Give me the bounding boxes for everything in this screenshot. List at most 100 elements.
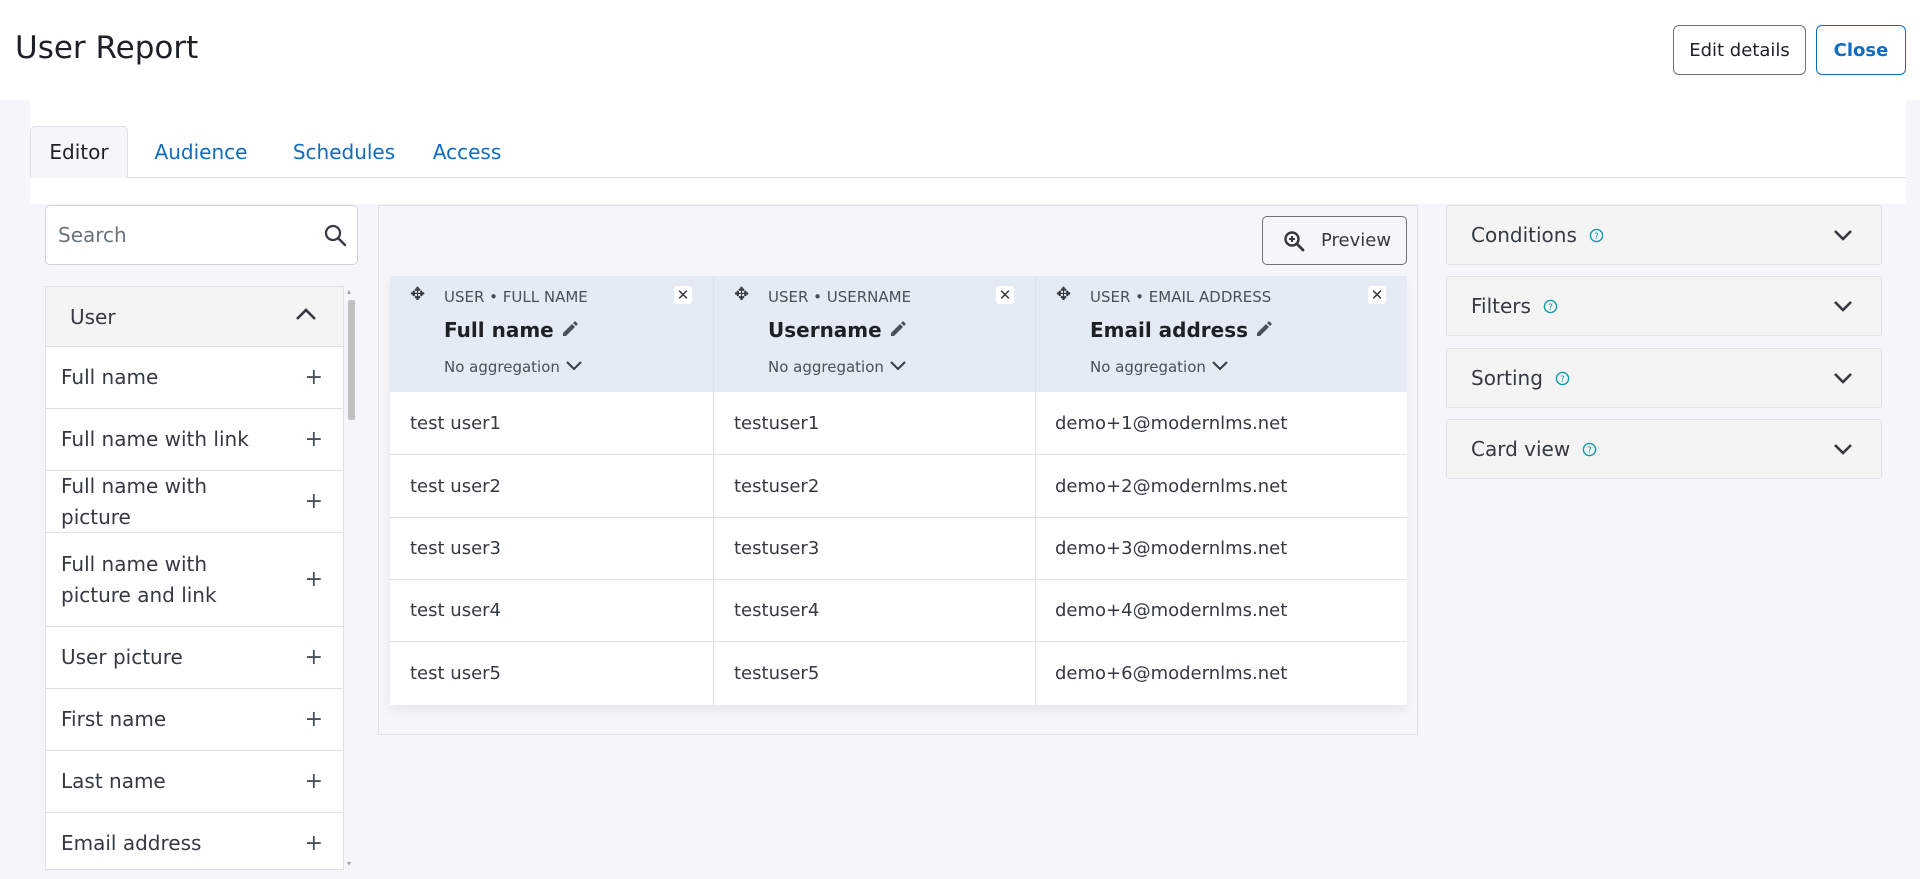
help-icon[interactable]: ? [1543,299,1558,314]
list-item[interactable]: Full name with picture and link + [46,533,343,627]
table-cell: demo+6@modernlms.net [1055,662,1288,684]
page-title: User Report [15,30,199,66]
tab-access[interactable]: Access [417,126,517,178]
edit-details-button[interactable]: Edit details [1673,25,1806,75]
card-view-panel[interactable]: Card view ? [1446,419,1882,479]
field-list: User Full name + Full name with link + F… [45,286,344,870]
table-cell: test user1 [410,412,502,434]
list-item-label: Full name with link [61,427,249,451]
preview-button[interactable]: Preview [1262,216,1407,265]
pencil-icon[interactable] [560,319,580,339]
list-item-label: Full name with picture [61,473,208,529]
list-item[interactable]: Last name + [46,751,343,813]
pencil-icon[interactable] [1254,319,1274,339]
plus-icon: + [304,488,323,514]
panel-title: Card view [1471,437,1571,461]
table-row: test user3 testuser3 demo+3@modernlms.ne… [390,517,1407,580]
table-row: test user5 testuser5 demo+6@modernlms.ne… [390,642,1407,705]
table-cell: test user2 [410,475,502,497]
close-button[interactable]: Close [1816,25,1906,75]
move-icon[interactable]: ✥ [1056,286,1071,304]
table-cell: testuser5 [734,662,820,684]
tab-schedules[interactable]: Schedules [273,126,415,178]
list-item[interactable]: Email address + [46,813,343,869]
scroll-thumb[interactable] [348,300,355,420]
column-entity: USER • EMAIL ADDRESS [1090,288,1272,306]
field-list-scrollbar[interactable]: ▴ ▾ [346,286,356,870]
zoom-in-icon [1284,230,1305,251]
column-title: Email address [1090,318,1274,342]
plus-icon: + [304,768,323,794]
help-icon[interactable]: ? [1582,442,1597,457]
scroll-up-icon[interactable]: ▴ [347,288,355,296]
plus-icon: + [304,566,323,592]
list-item-label: First name [61,707,167,731]
aggregation-select[interactable]: No aggregation [1090,358,1228,376]
conditions-panel[interactable]: Conditions ? [1446,205,1882,265]
list-item[interactable]: User picture + [46,627,343,689]
plus-icon: + [304,426,323,452]
plus-icon: + [304,830,323,856]
report-table: ✥ USER • FULL NAME ✕ Full name No aggreg… [390,276,1407,705]
table-cell: testuser1 [734,412,820,434]
list-item[interactable]: Full name with picture + [46,471,343,533]
move-icon[interactable]: ✥ [734,286,749,304]
table-cell: test user5 [410,662,502,684]
chevron-down-icon [1834,301,1852,312]
table-row: test user1 testuser1 demo+1@modernlms.ne… [390,392,1407,455]
panel-title: Conditions [1471,223,1577,247]
table-cell: testuser4 [734,599,820,621]
table-cell: demo+4@modernlms.net [1055,599,1288,621]
column-title-text: Username [768,318,882,342]
column-title: Full name [444,318,580,342]
svg-text:?: ? [1587,444,1591,454]
search-icon[interactable] [323,223,347,247]
pencil-icon[interactable] [888,319,908,339]
search-box [45,205,358,265]
list-item[interactable]: First name + [46,689,343,751]
list-item-label: Full name [61,365,159,389]
aggregation-select[interactable]: No aggregation [444,358,582,376]
chevron-down-icon [890,361,906,371]
help-icon[interactable]: ? [1555,371,1570,386]
table-cell: test user3 [410,537,502,559]
field-group-header[interactable]: User [46,287,343,347]
preview-label: Preview [1321,230,1392,251]
tab-editor[interactable]: Editor [30,126,128,178]
tab-audience[interactable]: Audience [140,126,262,178]
aggregation-value: No aggregation [444,358,560,376]
list-item[interactable]: Full name + [46,347,343,409]
plus-icon: + [304,644,323,670]
table-cell: demo+3@modernlms.net [1055,537,1288,559]
chevron-down-icon [1834,444,1852,455]
table-row: test user2 testuser2 demo+2@modernlms.ne… [390,455,1407,518]
move-icon[interactable]: ✥ [410,286,425,304]
table-cell: demo+1@modernlms.net [1055,412,1288,434]
column-entity: USER • USERNAME [768,288,912,306]
svg-text:?: ? [1594,230,1598,240]
aggregation-select[interactable]: No aggregation [768,358,906,376]
close-icon[interactable]: ✕ [1368,286,1386,304]
aggregation-value: No aggregation [768,358,884,376]
field-group-label: User [70,304,116,329]
help-icon[interactable]: ? [1589,228,1604,243]
list-item-label: Last name [61,769,166,793]
list-item-label: User picture [61,645,183,669]
search-input[interactable] [58,206,318,264]
plus-icon: + [304,364,323,390]
table-cell: demo+2@modernlms.net [1055,475,1288,497]
scroll-down-icon[interactable]: ▾ [347,860,355,868]
filters-panel[interactable]: Filters ? [1446,276,1882,336]
list-item[interactable]: Full name with link + [46,409,343,471]
close-icon[interactable]: ✕ [674,286,692,304]
sorting-panel[interactable]: Sorting ? [1446,348,1882,408]
chevron-up-icon [296,308,316,320]
chevron-down-icon [1212,361,1228,371]
column-entity: USER • FULL NAME [444,288,588,306]
close-icon[interactable]: ✕ [996,286,1014,304]
plus-icon: + [304,706,323,732]
table-cell: test user4 [410,599,502,621]
list-item-label: Email address [61,831,202,855]
column-title-text: Email address [1090,318,1249,342]
column-title-text: Full name [444,318,554,342]
